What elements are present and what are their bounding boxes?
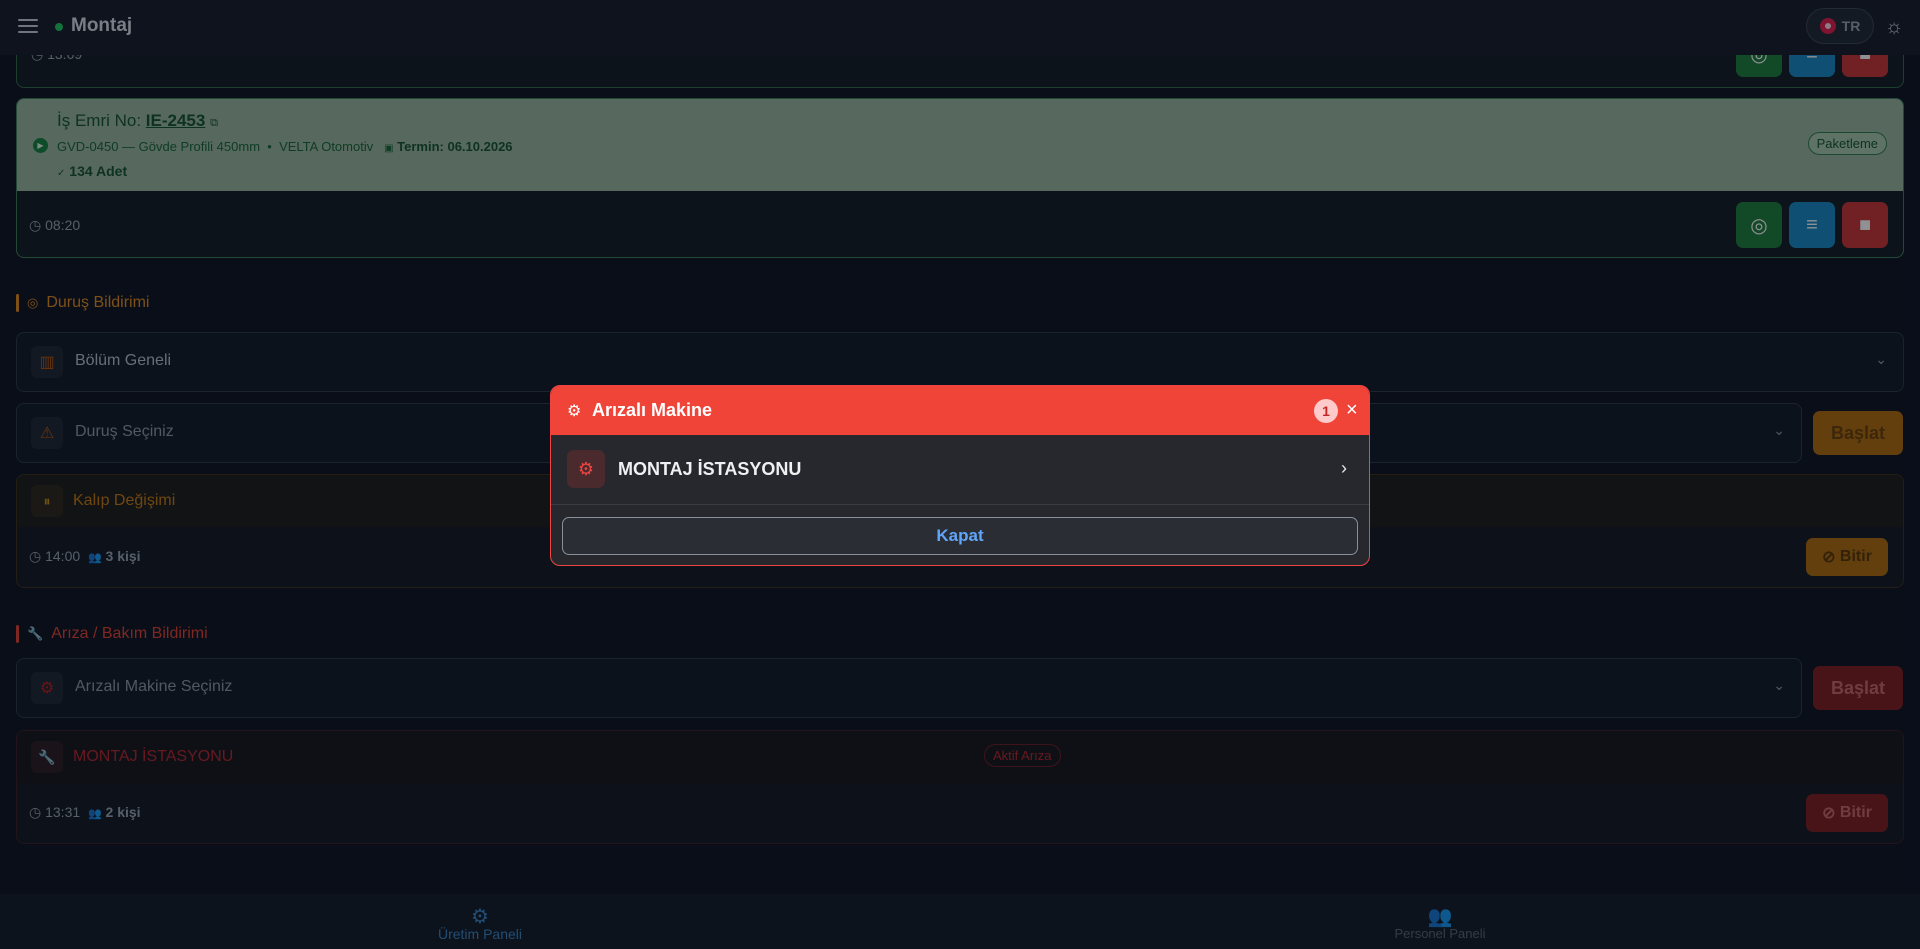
faulty-machine-modal: ⚙ Arızalı Makine 1 × ⚙ MONTAJ İSTASYONU … [550,385,1370,566]
modal-header: ⚙ Arızalı Makine 1 × [551,386,1369,435]
close-button[interactable]: Kapat [562,517,1358,555]
close-icon[interactable]: × [1346,399,1358,422]
count-badge: 1 [1314,399,1338,423]
robot-arm-icon: ⚙ [567,403,582,420]
machine-list-item[interactable]: ⚙ MONTAJ İSTASYONU › [551,435,1369,505]
chevron-right-icon: › [1341,458,1347,478]
robot-arm-icon: ⚙ [567,450,605,488]
modal-title: Arızalı Makine [592,400,713,420]
machine-name: MONTAJ İSTASYONU [618,459,802,479]
